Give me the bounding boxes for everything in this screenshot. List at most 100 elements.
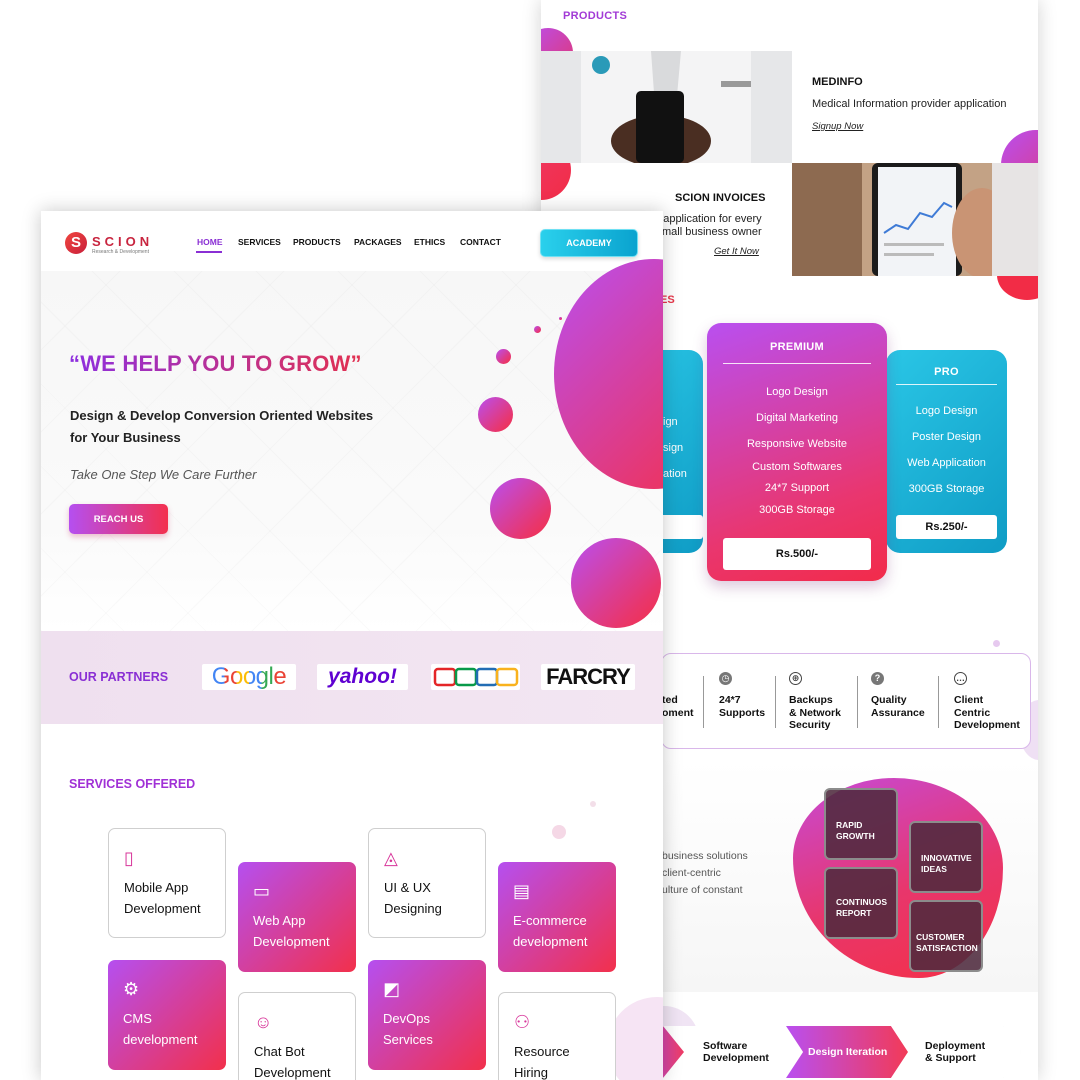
product-medinfo-desc: Medical Information provider application (812, 98, 1007, 110)
package-price: Rs.500/- (723, 538, 871, 570)
package-feature: ign (663, 416, 678, 428)
service-label: CMS (123, 1011, 152, 1026)
nav-packages[interactable]: PACKAGES (354, 237, 402, 247)
about-text: client-centric (662, 867, 721, 879)
partners-section: OUR PARTNERS Google yahoo! FARCRY (41, 631, 663, 724)
gear-icon: ⚙ (123, 979, 140, 999)
design-icon: ◬ (384, 848, 398, 868)
step-label: & Support (925, 1052, 976, 1064)
nav-contact[interactable]: CONTACT (460, 237, 501, 247)
hero-circle (496, 349, 511, 364)
step-label: Deployment (925, 1039, 986, 1052)
service-card-cms[interactable]: ⚙ CMS development (108, 960, 226, 1070)
service-label: Hiring (514, 1065, 548, 1080)
nav-products[interactable]: PRODUCTS (293, 237, 341, 247)
package-price: Rs.250/- (896, 515, 997, 539)
tile-label: REPORT (836, 907, 872, 918)
feature-label: Client (954, 694, 984, 706)
product-invoices-name: SCION INVOICES (675, 192, 766, 204)
tile-label: RAPID (836, 820, 863, 830)
package-title: PREMIUM (769, 341, 825, 353)
feature-label: oment (662, 706, 694, 719)
clock-icon: ◷ (719, 672, 732, 685)
mobile-icon: ▯ (124, 848, 134, 868)
google-logo[interactable]: Google (202, 663, 296, 690)
yahoo-logo-text: yahoo! (328, 665, 397, 688)
product-invoices-desc-line: application for every (663, 213, 762, 225)
service-card-ui-ux[interactable]: ◬ UI & UX Designing (368, 828, 486, 938)
logo-text[interactable]: SCION (92, 234, 153, 249)
feature-item: ◷ 24*7 Supports (719, 672, 765, 719)
process-step: Deployment & Support (893, 1026, 1021, 1078)
hero-circle (559, 317, 562, 320)
farcry-logo-text: FARCRY (546, 664, 631, 689)
nav-active-indicator (196, 251, 222, 253)
service-card-mobile-app[interactable]: ▯ Mobile App Development (108, 828, 226, 938)
service-card-resource-hiring[interactable]: ⚇ Resource Hiring (498, 992, 616, 1080)
tile-label: CUSTOMER (916, 932, 965, 942)
get-it-now-link[interactable]: Get It Now (714, 246, 759, 257)
hero-subtitle: Design & Develop Conversion Oriented Web… (70, 405, 390, 449)
divider (723, 363, 871, 364)
features-strip: ted oment ◷ 24*7 Supports ⊕ Backups & Ne… (661, 653, 1031, 749)
nav-ethics[interactable]: ETHICS (414, 237, 445, 247)
feature-label: & Network (789, 706, 841, 719)
nav-home[interactable]: HOME (197, 237, 223, 247)
hero-subtitle-line: for Your Business (70, 430, 181, 445)
service-card-ecommerce[interactable]: ▤ E-commerce development (498, 862, 616, 972)
service-label: Mobile App (124, 880, 189, 895)
robot-icon: ☺ (254, 1012, 273, 1032)
hero-circle (534, 326, 541, 333)
package-card-premium: PREMIUM Logo Design Digital Marketing Re… (707, 323, 887, 581)
package-feature: sign (663, 442, 684, 454)
signup-now-link[interactable]: Signup Now (812, 121, 863, 132)
yahoo-logo[interactable]: yahoo! (317, 664, 408, 690)
front-page: S SCION Research & Development HOME SERV… (41, 211, 663, 1080)
academy-button[interactable]: ACADEMY (540, 229, 638, 257)
feature-item: ted oment (662, 672, 694, 719)
feature-item: ⊕ Backups & Network Security (789, 672, 841, 732)
feature-label: Security (789, 719, 831, 731)
store-icon: ▤ (513, 881, 531, 901)
tile-label: IDEAS (921, 863, 947, 874)
package-feature: Poster Design (911, 431, 982, 443)
monitor-icon: ▭ (253, 881, 271, 901)
divider (775, 676, 776, 728)
reach-us-button[interactable]: REACH US (69, 504, 168, 534)
farcry-logo[interactable]: FARCRY (541, 664, 635, 690)
hero-circle (478, 397, 513, 432)
service-card-web-app[interactable]: ▭ Web App Development (238, 862, 356, 972)
tile-label: INNOVATIVE (921, 853, 972, 863)
service-label: development (513, 934, 588, 949)
invoices-image (792, 163, 1038, 276)
service-card-chat-bot[interactable]: ☺ Chat Bot Development (238, 992, 356, 1080)
service-label: Development (254, 1065, 331, 1080)
feature-item: ? Quality Assurance (871, 672, 925, 719)
feature-label: Backups (789, 694, 833, 706)
service-label: Development (253, 934, 330, 949)
service-label: Designing (384, 901, 442, 916)
service-label: Development (124, 901, 201, 916)
services-title: SERVICES OFFERED (69, 777, 196, 791)
tile-customer-satisfaction: CUSTOMER SATISFACTION (909, 900, 983, 972)
nav-services[interactable]: SERVICES (238, 237, 281, 247)
feature-label: Development (954, 719, 1020, 731)
decor-dot (993, 640, 1000, 647)
zoho-logo[interactable] (431, 664, 520, 690)
package-feature: Logo Design (766, 386, 828, 398)
feature-label: 24*7 (719, 694, 741, 706)
tile-innovative-ideas: INNOVATIVE IDEAS (909, 821, 983, 893)
decor-dot (552, 825, 566, 839)
package-feature: Digital Marketing (756, 412, 838, 424)
service-card-devops[interactable]: ◩ DevOps Services (368, 960, 486, 1070)
service-label: Web App (253, 913, 306, 928)
devops-icon: ◩ (383, 979, 401, 999)
zoho-logo-icon (433, 667, 518, 687)
tile-label: GROWTH (836, 830, 875, 841)
canvas: PRODUCTS MEDINFO Medical Information pro… (0, 0, 1080, 1080)
question-icon: ? (871, 672, 884, 685)
products-title: PRODUCTS (563, 10, 628, 22)
scion-logo-icon[interactable]: S (65, 232, 87, 254)
divider (857, 676, 858, 728)
users-icon: ⚇ (514, 1012, 531, 1032)
